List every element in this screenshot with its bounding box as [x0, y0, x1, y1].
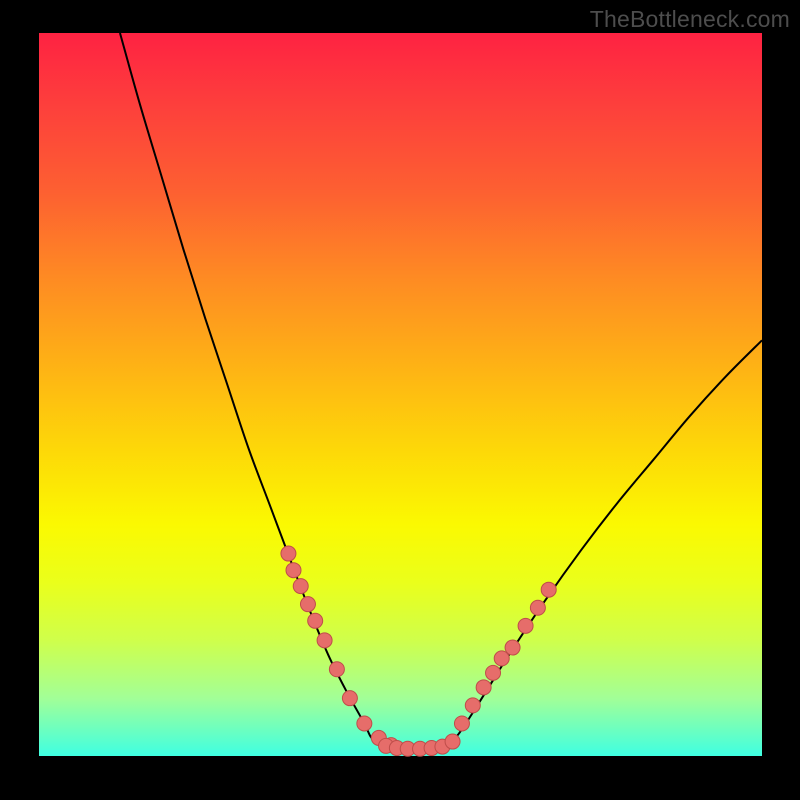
data-dot [486, 665, 501, 680]
bottleneck-curve [120, 33, 762, 749]
plot-area [39, 33, 762, 756]
stage: TheBottleneck.com [0, 0, 800, 800]
data-dot [293, 579, 308, 594]
data-dot [281, 546, 296, 561]
data-dot [530, 600, 545, 615]
data-dot [300, 597, 315, 612]
data-dot [445, 734, 460, 749]
watermark-text: TheBottleneck.com [590, 6, 790, 33]
chart-svg [39, 33, 762, 756]
data-dot [308, 613, 323, 628]
data-dot [329, 662, 344, 677]
data-dot [476, 680, 491, 695]
data-dot [465, 698, 480, 713]
data-dot [505, 640, 520, 655]
data-dot [518, 618, 533, 633]
data-dot [454, 716, 469, 731]
data-dot [357, 716, 372, 731]
data-dot [342, 691, 357, 706]
dot-layer [281, 546, 556, 756]
curve-layer [120, 33, 762, 749]
data-dot [317, 633, 332, 648]
data-dot [286, 563, 301, 578]
data-dot [541, 582, 556, 597]
